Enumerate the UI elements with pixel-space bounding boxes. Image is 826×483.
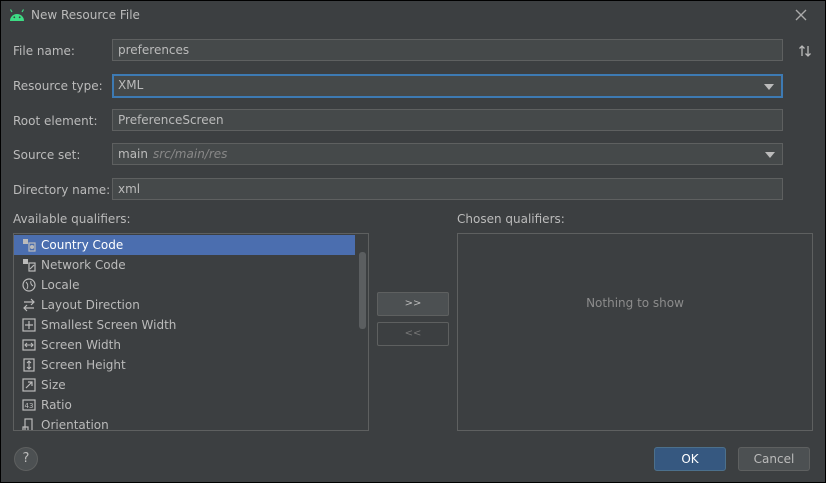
empty-list-message: Nothing to show <box>586 296 684 310</box>
qualifier-item[interactable]: Layout Direction <box>14 295 355 315</box>
resource-type-value: XML <box>118 78 144 92</box>
file-name-value: preferences <box>118 43 190 57</box>
root-element-value: PreferenceScreen <box>118 113 224 127</box>
chosen-qualifiers-list[interactable]: Nothing to show <box>457 233 813 431</box>
root-element-label: Root element: <box>13 114 98 128</box>
qualifier-item-label: Screen Height <box>41 358 126 372</box>
qualifier-item-label: Layout Direction <box>41 298 140 312</box>
country-code-icon <box>23 239 36 252</box>
qualifier-item-label: Locale <box>41 278 80 292</box>
file-name-input[interactable]: preferences <box>112 39 783 61</box>
qualifier-item-label: Network Code <box>41 258 126 272</box>
qualifier-item[interactable]: Country Code <box>14 235 355 255</box>
directory-name-value: xml <box>118 182 141 196</box>
layout-direction-icon <box>23 298 35 312</box>
resource-type-label: Resource type: <box>13 79 103 93</box>
svg-text:43: 43 <box>25 402 34 410</box>
directory-name-label: Directory name: <box>13 183 111 197</box>
file-name-label: File name: <box>13 44 75 58</box>
qualifier-item[interactable]: Screen Height <box>14 355 355 375</box>
ok-button[interactable]: OK <box>654 447 726 471</box>
source-set-path-hint: src/main/res <box>152 147 228 161</box>
sort-icon[interactable] <box>797 43 813 59</box>
screen-height-icon <box>23 358 35 372</box>
cancel-button[interactable]: Cancel <box>738 447 810 471</box>
qualifier-item-label: Screen Width <box>41 338 121 352</box>
qualifier-item[interactable]: Orientation <box>14 415 355 431</box>
qualifier-item[interactable]: Size <box>14 375 355 395</box>
qualifier-item-label: Orientation <box>41 418 109 431</box>
source-set-label: Source set: <box>13 148 81 162</box>
qualifier-item[interactable]: Locale <box>14 275 355 295</box>
qualifier-item-label: Country Code <box>41 238 124 252</box>
available-qualifiers-list[interactable]: Country Code Network Code Locale Layout Dir… <box>13 233 369 431</box>
qualifier-item-label: Smallest Screen Width <box>41 318 177 332</box>
scrollbar-thumb[interactable] <box>359 252 366 329</box>
ratio-icon: 43 <box>22 399 36 411</box>
qualifier-item[interactable]: Network Code <box>14 255 355 275</box>
root-element-input[interactable]: PreferenceScreen <box>112 109 783 131</box>
source-set-value: main <box>118 147 148 161</box>
chosen-qualifiers-label: Chosen qualifiers: <box>457 212 565 226</box>
network-code-icon <box>23 259 36 272</box>
smallest-width-icon <box>22 318 36 332</box>
available-qualifiers-label: Available qualifiers: <box>13 212 131 226</box>
new-resource-file-dialog: New Resource File File name: preferences… <box>1 1 825 482</box>
add-qualifier-button[interactable]: >> <box>377 292 449 316</box>
qualifier-item[interactable]: Screen Width <box>14 335 355 355</box>
close-icon[interactable] <box>794 8 808 22</box>
source-set-select[interactable]: main src/main/res <box>112 143 783 165</box>
orientation-icon <box>22 418 33 430</box>
qualifier-item-label: Size <box>41 378 66 392</box>
chevron-down-icon <box>764 84 774 90</box>
size-icon <box>22 378 36 392</box>
chevron-down-icon <box>765 152 775 158</box>
qualifier-item[interactable]: 43 Ratio <box>14 395 355 415</box>
window-title: New Resource File <box>31 8 140 22</box>
help-button[interactable]: ? <box>14 447 38 471</box>
remove-qualifier-button[interactable]: << <box>377 322 449 346</box>
resource-type-select[interactable]: XML <box>112 74 783 98</box>
android-icon <box>9 9 25 21</box>
directory-name-input[interactable]: xml <box>112 178 783 200</box>
screen-width-icon <box>22 339 36 351</box>
qualifier-item-label: Ratio <box>41 398 72 412</box>
title-bar: New Resource File <box>1 1 825 29</box>
qualifier-item[interactable]: Smallest Screen Width <box>14 315 355 335</box>
globe-icon <box>22 278 36 292</box>
